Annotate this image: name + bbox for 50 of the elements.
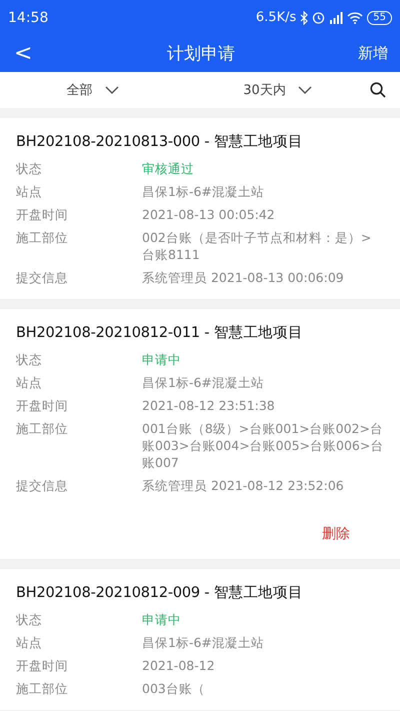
field-label: 提交信息: [16, 477, 69, 494]
field-label: 状态: [16, 611, 43, 628]
field-value: 001台账（8级）>台账001>台账002>台账003>台账004>台账005>台账006>台账007: [142, 420, 384, 471]
field-label: 施工部位: [16, 420, 69, 438]
wifi-icon: [347, 12, 364, 24]
alarm-icon: [312, 11, 326, 24]
field-label: 状态: [16, 351, 43, 368]
field-label: 开盘时间: [16, 397, 69, 414]
field-label: 站点: [16, 183, 43, 200]
field-value: 审核通过: [142, 160, 195, 177]
field-label: 施工部位: [16, 680, 69, 697]
page-title: 计划申请: [166, 43, 236, 65]
field-value: 系统管理员 2021-08-12 23:52:06: [142, 477, 345, 494]
field-label: 开盘时间: [16, 206, 69, 223]
add-button[interactable]: 新增: [348, 44, 388, 63]
field-label: 开盘时间: [16, 657, 69, 674]
field-value: 003台账（: [142, 680, 206, 697]
field-value: 系统管理员 2021-08-13 00:06:09: [142, 269, 345, 286]
plan-card[interactable]: BH202108-20210812-011 - 智慧工地项目 状态 申请中 站点 昌保1标-6#混凝土站 开盘时间 2021-08-12 23:51:38 施工部位 001台账（8级）>台账001>台账002>台账003>台账004>台账005>台账006>台账007 提交信息 系统管理员 2021-08-12 23:52:06 删除: [0, 309, 400, 559]
chevron-down-icon: [104, 86, 118, 94]
battery-level: 55: [367, 10, 392, 24]
status-time: 14:58: [8, 10, 50, 26]
field-value: 2021-08-13 00:05:42: [142, 206, 276, 223]
field-label: 站点: [16, 634, 43, 651]
field-label: 状态: [16, 160, 43, 177]
network-speed: 6.5K/s: [256, 10, 296, 25]
field-value: 申请中: [142, 611, 182, 628]
field-label: 提交信息: [16, 269, 69, 286]
plan-card[interactable]: BH202108-20210813-000 - 智慧工地项目 状态 审核通过 站点 昌保1标-6#混凝土站 开盘时间 2021-08-13 00:05:42 施工部位 002台账（是否叶子节点和材料：是）>台账8111 提交信息 系统管理员 2021-08-13 00:06:09: [0, 118, 400, 299]
field-value: 昌保1标-6#混凝土站: [142, 183, 265, 200]
field-label: 施工部位: [16, 229, 69, 247]
filter-dropdown[interactable]: 全部: [0, 80, 185, 100]
field-value: 昌保1标-6#混凝土站: [142, 374, 265, 391]
search-icon[interactable]: [370, 82, 386, 98]
card-title: BH202108-20210813-000 - 智慧工地项目: [16, 133, 304, 151]
field-value: 2021-08-12 23:51:38: [142, 397, 276, 414]
delete-button[interactable]: 删除: [322, 525, 350, 543]
field-value: 2021-08-12: [142, 657, 216, 674]
field-value: 申请中: [142, 351, 182, 368]
signal-icon: [329, 12, 344, 24]
card-title: BH202108-20210812-009 - 智慧工地项目: [16, 584, 304, 602]
plan-card[interactable]: BH202108-20210812-009 - 智慧工地项目 状态 申请中 站点 昌保1标-6#混凝土站 开盘时间 2021-08-12 施工部位 003台账（: [0, 569, 400, 710]
field-label: 站点: [16, 374, 43, 391]
back-button[interactable]: <: [14, 41, 54, 66]
filter-dropdown[interactable]: 30天内: [185, 80, 370, 100]
card-title: BH202108-20210812-011 - 智慧工地项目: [16, 324, 304, 342]
bluetooth-icon: [300, 10, 308, 24]
field-value: 昌保1标-6#混凝土站: [142, 634, 265, 651]
field-value: 002台账（是否叶子节点和材料：是）>台账8111: [142, 229, 372, 263]
chevron-down-icon: [298, 86, 312, 94]
